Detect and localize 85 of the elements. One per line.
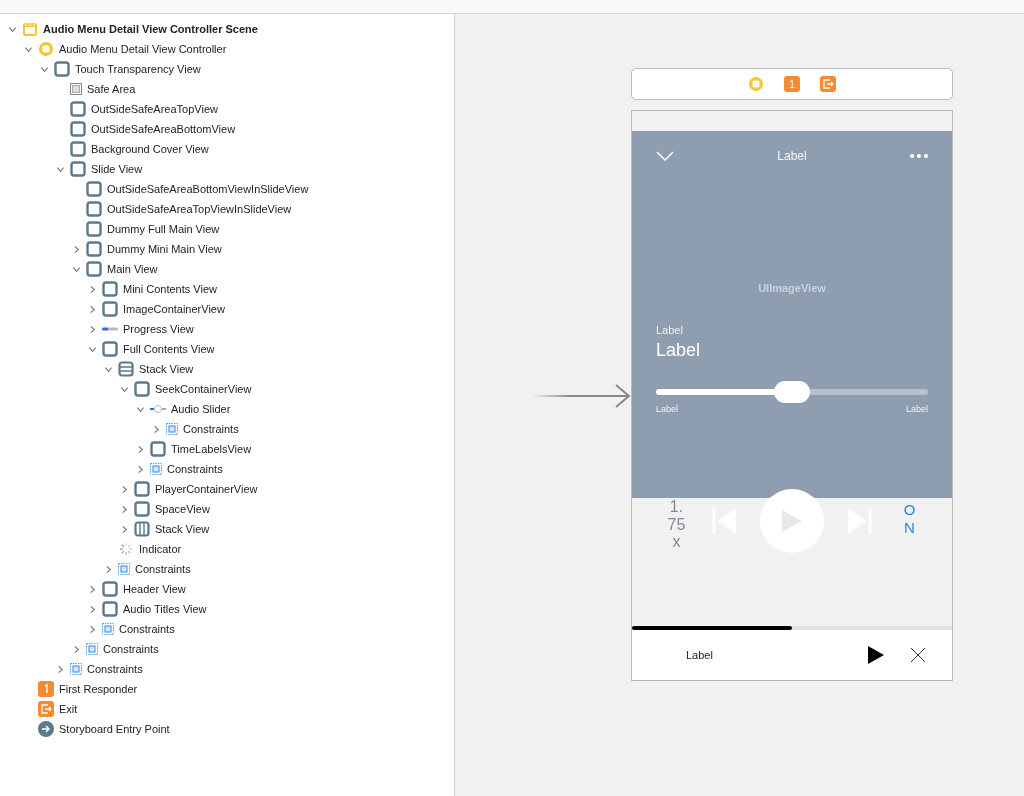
constraints-icon xyxy=(118,563,130,575)
view-icon xyxy=(86,221,102,237)
outline-item[interactable]: Stack View xyxy=(155,523,210,535)
outline-item[interactable]: Indicator xyxy=(139,543,182,555)
slider-thumb[interactable] xyxy=(774,381,810,403)
view-icon xyxy=(102,281,118,297)
outline-item[interactable]: Constraints xyxy=(103,643,159,655)
outline-item[interactable]: OutSideSafeAreaTopViewInSlideView xyxy=(107,203,292,215)
activity-indicator-icon xyxy=(118,541,134,557)
outline-item[interactable]: Slide View xyxy=(91,163,143,175)
view-icon xyxy=(102,601,118,617)
outline-item[interactable]: Storyboard Entry Point xyxy=(59,723,170,735)
outline-item[interactable]: First Responder xyxy=(59,683,138,695)
outline-item[interactable]: Audio Menu Detail View Controller Scene xyxy=(43,23,258,35)
mini-player-label: Label xyxy=(686,649,714,661)
entry-point-icon xyxy=(38,721,54,737)
constraints-icon xyxy=(166,423,178,435)
exit-icon xyxy=(820,76,836,92)
view-icon xyxy=(70,141,86,157)
view-icon xyxy=(86,201,102,217)
outline-item[interactable]: SpaceView xyxy=(155,503,210,515)
exit-icon xyxy=(38,701,54,717)
outline-item[interactable]: Dummy Full Main View xyxy=(107,223,220,235)
view-icon xyxy=(70,121,86,137)
view-icon xyxy=(102,301,118,317)
time-label: Label xyxy=(905,404,928,414)
outline-item[interactable]: Constraints xyxy=(167,463,223,475)
view-icon xyxy=(86,181,102,197)
outline-item[interactable]: Audio Slider xyxy=(171,403,231,415)
close-icon[interactable] xyxy=(910,647,926,663)
vertical-stack-icon xyxy=(118,361,134,377)
chevron-down-icon[interactable] xyxy=(656,151,674,161)
outline-item[interactable]: PlayerContainerView xyxy=(155,483,258,495)
outline-item[interactable]: Audio Menu Detail View Controller xyxy=(59,43,227,55)
view-icon xyxy=(134,501,150,517)
outline-item[interactable]: Touch Transparency View xyxy=(75,63,201,75)
view-icon xyxy=(86,241,102,257)
view-icon xyxy=(134,481,150,497)
view-icon xyxy=(86,261,102,277)
audio-slider[interactable] xyxy=(656,381,928,403)
first-responder-icon xyxy=(38,681,54,697)
view-icon xyxy=(54,61,70,77)
constraints-icon xyxy=(86,643,98,655)
subtitle: Label xyxy=(656,324,684,336)
outline-item[interactable]: Dummy Mini Main View xyxy=(107,243,222,255)
outline-item[interactable]: TimeLabelsView xyxy=(171,443,252,455)
constraints-icon xyxy=(102,623,114,635)
header-title: Label xyxy=(777,149,807,163)
view-icon xyxy=(70,161,86,177)
outline-item[interactable]: Safe Area xyxy=(87,83,136,95)
view-icon xyxy=(102,581,118,597)
outline-item[interactable]: Progress View xyxy=(123,323,194,335)
outline-item[interactable]: Constraints xyxy=(183,423,239,435)
outline-item[interactable]: Stack View xyxy=(139,363,194,375)
horizontal-stack-icon xyxy=(134,521,150,537)
outline-item[interactable]: Header View xyxy=(123,583,186,595)
time-label: Label xyxy=(656,404,679,414)
constraints-icon xyxy=(70,663,82,675)
view-controller-icon xyxy=(748,76,764,92)
outline-item[interactable]: OutSideSafeAreaTopView xyxy=(91,103,218,115)
outline-item[interactable]: Mini Contents View xyxy=(123,283,217,295)
outline-item[interactable]: Constraints xyxy=(119,623,175,635)
outline-item[interactable]: Main View xyxy=(107,263,158,275)
outline-item[interactable]: Background Cover View xyxy=(91,143,209,155)
outline-item[interactable]: Constraints xyxy=(135,563,191,575)
outline-item[interactable]: ImageContainerView xyxy=(123,303,225,315)
play-icon[interactable] xyxy=(868,646,884,664)
view-icon xyxy=(134,381,150,397)
more-icon[interactable] xyxy=(910,154,928,158)
outline-item[interactable]: Full Contents View xyxy=(123,343,215,355)
scene-icon xyxy=(22,21,38,37)
constraints-icon xyxy=(150,463,162,475)
image-view-label: UIImageView xyxy=(758,282,826,294)
outline-item[interactable]: Constraints xyxy=(87,663,143,675)
outline-item[interactable]: OutSideSafeAreaBottomView xyxy=(91,123,236,135)
outline-item[interactable]: Exit xyxy=(59,703,78,715)
outline-item[interactable]: OutSideSafeAreaBottomViewInSlideView xyxy=(107,183,309,195)
view-icon xyxy=(102,341,118,357)
outline-item[interactable]: Audio Titles View xyxy=(123,603,207,615)
title: Label xyxy=(656,340,702,361)
safe-area-icon xyxy=(70,83,82,95)
view-icon xyxy=(70,101,86,117)
view-controller-icon xyxy=(38,41,54,57)
view-icon xyxy=(150,441,166,457)
outline-item[interactable]: SeekContainerView xyxy=(155,383,252,395)
